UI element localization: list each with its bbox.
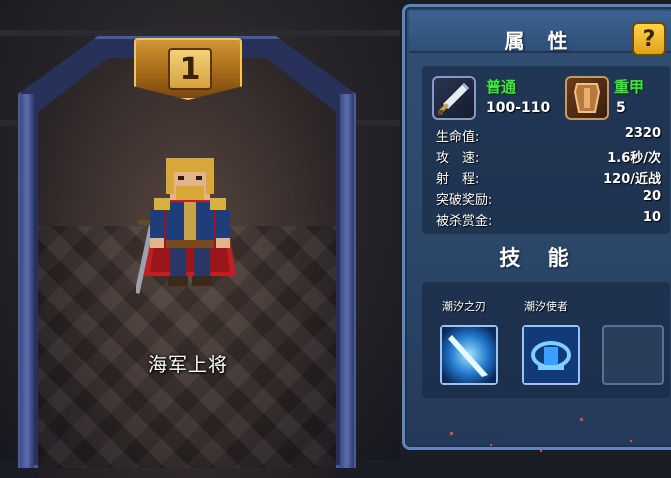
frame-pillar-left xyxy=(20,94,34,468)
stat-label-hp: 生命值: xyxy=(436,130,480,145)
stat-value-breakthrough-reward: 20 xyxy=(642,189,661,204)
spark-particles xyxy=(450,418,632,452)
skill-name-1: 潮汐之刃 xyxy=(442,300,486,313)
stat-label-range: 射 程: xyxy=(436,172,480,187)
stat-label-breakthrough-reward: 突破奖励: xyxy=(436,193,493,208)
rank-number: 1 xyxy=(168,48,212,90)
skill-name-2: 潮汐使者 xyxy=(524,300,568,313)
frame-pillar-right xyxy=(340,94,354,468)
stat-label-attack-speed: 攻 速: xyxy=(436,151,480,166)
tide-messenger-icon[interactable] xyxy=(522,325,580,385)
armor-value: 5 xyxy=(616,100,626,116)
hero-rank-badge: 1 xyxy=(134,38,242,100)
hero-admiral-sprite[interactable] xyxy=(136,158,244,298)
stat-value-hp: 2320 xyxy=(624,126,661,141)
help-button[interactable]: ? xyxy=(632,22,666,56)
stat-value-range: 120/近战 xyxy=(603,172,661,187)
armor-type: 重甲 xyxy=(614,78,645,96)
attack-type: 普通 xyxy=(486,78,517,96)
skills-title: 技 能 xyxy=(499,246,579,270)
empty-skill-slot xyxy=(602,325,664,385)
sword-icon xyxy=(432,76,476,120)
attack-value: 100-110 xyxy=(486,100,551,116)
stat-value-attack-speed: 1.6秒/次 xyxy=(607,151,661,166)
tidal-blade-icon[interactable] xyxy=(440,325,498,385)
shield-icon xyxy=(565,76,609,120)
stat-label-kill-bounty: 被杀赏金: xyxy=(436,214,493,229)
hero-name: 海军上将 xyxy=(147,354,228,376)
stat-value-kill-bounty: 10 xyxy=(642,210,661,225)
